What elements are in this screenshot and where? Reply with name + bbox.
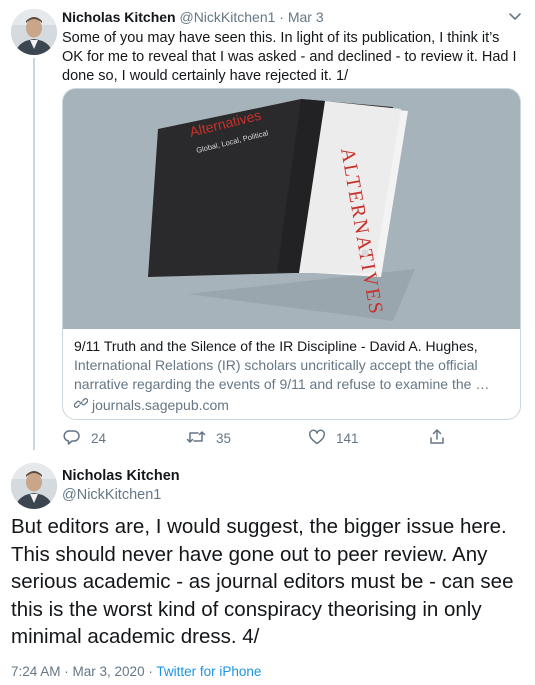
card-url: journals.sagepub.com bbox=[73, 396, 510, 415]
like-icon bbox=[308, 428, 326, 449]
separator: · bbox=[275, 9, 288, 25]
like-count: 141 bbox=[336, 431, 359, 446]
author-name[interactable]: Nicholas Kitchen bbox=[62, 468, 180, 484]
thread-line bbox=[33, 58, 35, 450]
separator: · bbox=[60, 664, 73, 679]
tweet-actions: 24 35 141 bbox=[62, 428, 482, 448]
like-button[interactable]: 141 bbox=[308, 428, 359, 449]
share-icon bbox=[428, 428, 446, 449]
link-icon bbox=[73, 396, 89, 415]
author-handle[interactable]: @NickKitchen1 bbox=[179, 9, 275, 25]
author-handle[interactable]: @NickKitchen1 bbox=[62, 487, 161, 503]
tweet-date[interactable]: Mar 3 bbox=[288, 9, 324, 25]
tweet-header: Nicholas Kitchen @NickKitchen1 · Mar 3 bbox=[62, 9, 324, 25]
tweet-source[interactable]: Twitter for iPhone bbox=[156, 664, 261, 679]
avatar[interactable] bbox=[11, 9, 57, 55]
journal-cover-illustration: Alternatives Global, Local, Political AL… bbox=[63, 89, 520, 329]
card-title: 9/11 Truth and the Silence of the IR Dis… bbox=[74, 338, 478, 354]
tweet-meta: 7:24 AM · Mar 3, 2020 · Twitter for iPho… bbox=[11, 664, 261, 679]
tweet-text: But editors are, I would suggest, the bi… bbox=[11, 515, 514, 648]
tweet-text: Some of you may have seen this. In light… bbox=[62, 30, 517, 84]
reply-count: 24 bbox=[91, 431, 107, 446]
chevron-down-icon[interactable] bbox=[507, 8, 523, 24]
link-card[interactable]: Alternatives Global, Local, Political AL… bbox=[62, 88, 521, 420]
avatar[interactable] bbox=[11, 463, 57, 509]
tweet-full-date[interactable]: Mar 3, 2020 bbox=[73, 664, 145, 679]
avatar-photo bbox=[11, 9, 57, 55]
share-button[interactable] bbox=[428, 428, 446, 449]
card-domain: journals.sagepub.com bbox=[92, 397, 229, 413]
reply-icon bbox=[63, 428, 81, 449]
avatar-photo bbox=[11, 463, 57, 509]
card-description: International Relations (IR) scholars un… bbox=[74, 357, 490, 392]
retweet-button[interactable]: 35 bbox=[186, 428, 231, 449]
separator: · bbox=[144, 664, 157, 679]
retweet-count: 35 bbox=[216, 431, 232, 446]
card-image: Alternatives Global, Local, Political AL… bbox=[63, 89, 520, 329]
tweet-time[interactable]: 7:24 AM bbox=[11, 664, 61, 679]
retweet-icon bbox=[186, 428, 206, 449]
author-name[interactable]: Nicholas Kitchen bbox=[62, 9, 176, 25]
reply-button[interactable]: 24 bbox=[63, 428, 106, 449]
